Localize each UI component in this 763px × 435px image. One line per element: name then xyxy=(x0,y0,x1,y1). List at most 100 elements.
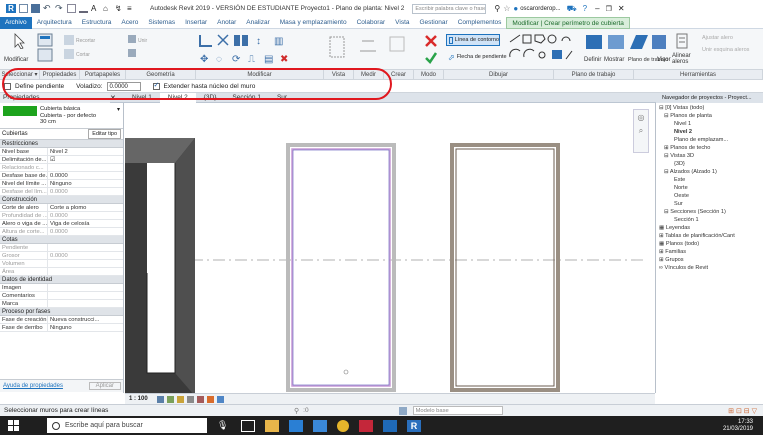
property-row[interactable]: Volumen xyxy=(0,260,123,268)
property-value[interactable] xyxy=(48,164,123,171)
set-label[interactable]: Definir xyxy=(584,57,601,63)
property-section-header[interactable]: Cotas xyxy=(0,236,123,244)
measure-icon[interactable] xyxy=(79,4,88,13)
ribbon-tab[interactable]: Insertar xyxy=(180,17,212,29)
browser-item[interactable]: Plano de emplazam... xyxy=(656,136,763,144)
boundary-line-button[interactable]: Línea de contorno xyxy=(446,34,500,46)
view-tab[interactable]: Sur xyxy=(269,93,295,103)
cart-icon[interactable]: ⛟ xyxy=(567,4,577,14)
ribbon-tab[interactable]: Modificar | Crear perímetro de cubierta xyxy=(506,16,630,29)
view-tools-icon[interactable] xyxy=(328,35,348,61)
thin-lines-icon[interactable]: ≡ xyxy=(127,4,136,13)
properties-help-link[interactable]: Ayuda de propiedades xyxy=(3,383,63,389)
property-row[interactable]: Desfase del lím... 0.0000 xyxy=(0,188,123,196)
browser-item[interactable]: Sur xyxy=(656,200,763,208)
minimize-icon[interactable]: – xyxy=(595,4,599,13)
file-explorer-icon[interactable] xyxy=(265,419,279,432)
mail-icon[interactable] xyxy=(313,419,327,432)
property-row[interactable]: Fase de creación Nueva construcci... xyxy=(0,316,123,324)
wall-outline[interactable] xyxy=(450,143,560,392)
modify-button[interactable] xyxy=(8,33,28,55)
text-icon[interactable]: A xyxy=(91,4,100,13)
revit-taskbar-icon[interactable]: R xyxy=(407,419,421,432)
shadows-icon[interactable] xyxy=(186,395,194,403)
property-row[interactable]: Profundidad de ... 0.0000 xyxy=(0,212,123,220)
property-value[interactable]: 0.0000 xyxy=(48,172,123,179)
open-icon[interactable] xyxy=(19,4,28,13)
windows-start-icon[interactable] xyxy=(8,420,19,431)
align-eaves-icon[interactable] xyxy=(676,33,690,51)
property-row[interactable]: Nivel del límite ... Ninguno xyxy=(0,180,123,188)
browser-item[interactable]: ⊞ Familias xyxy=(656,248,763,256)
browser-item[interactable]: {3D} xyxy=(656,160,763,168)
user-icon[interactable]: ● xyxy=(513,4,518,13)
properties-close-icon[interactable]: ✕ xyxy=(110,94,124,102)
visual-style-icon[interactable] xyxy=(166,395,174,403)
ribbon-tab[interactable]: Vista xyxy=(390,17,414,29)
help-icon[interactable]: ? xyxy=(583,4,587,13)
overhang-input[interactable]: 0.0000 xyxy=(106,81,141,91)
show-label[interactable]: Mostrar xyxy=(604,57,624,63)
ribbon-tab[interactable]: Masa y emplazamiento xyxy=(275,17,352,29)
browser-item[interactable]: Nivel 1 xyxy=(656,120,763,128)
slope-arrow-button[interactable]: ⬀ Flecha de pendiente xyxy=(446,51,507,63)
restore-icon[interactable]: ❐ xyxy=(606,5,612,13)
navigation-bar[interactable]: ◎ ⌕ xyxy=(633,109,649,153)
sun-path-icon[interactable] xyxy=(176,395,184,403)
ribbon-tab[interactable]: Anotar xyxy=(212,17,241,29)
browser-item[interactable]: ⊟ [0] Vistas (todo) xyxy=(656,104,763,112)
browser-item[interactable]: Este xyxy=(656,176,763,184)
property-row[interactable]: Comentarios xyxy=(0,292,123,300)
property-row[interactable]: Corte de alero Corte a plomo xyxy=(0,204,123,212)
browser-item[interactable]: ∞ Vínculos de Revit xyxy=(656,264,763,272)
section-icon[interactable]: ↯ xyxy=(115,4,124,13)
measure-tools-icon[interactable] xyxy=(358,35,380,61)
property-value[interactable]: 0.0000 xyxy=(48,188,123,195)
search-input[interactable]: Escribir palabra clave o frase xyxy=(412,3,487,14)
browser-item[interactable]: Sección 1 xyxy=(656,216,763,224)
browser-item[interactable]: ⊞ Grupos xyxy=(656,256,763,264)
browser-item[interactable]: ⊞ Tablas de planificación/Cant xyxy=(656,232,763,240)
property-value[interactable]: Nueva construcci... xyxy=(48,316,123,323)
geometry-tools-icon[interactable]: Unir xyxy=(128,33,183,65)
property-row[interactable]: Marca xyxy=(0,300,123,308)
cancel-edit-icon[interactable] xyxy=(424,34,438,48)
model-selector[interactable]: Modelo base xyxy=(412,406,503,415)
star-icon[interactable]: ☆ xyxy=(503,4,510,13)
property-value[interactable] xyxy=(48,292,123,299)
view-tab[interactable]: Nivel 2 xyxy=(159,92,196,103)
property-value[interactable] xyxy=(48,284,123,291)
browser-item[interactable]: Nivel 2 xyxy=(656,128,763,136)
finish-edit-icon[interactable] xyxy=(424,51,438,65)
filter-icon[interactable]: ⚲ xyxy=(294,407,299,415)
property-value[interactable] xyxy=(48,300,123,307)
hide-isolate-icon[interactable] xyxy=(206,395,214,403)
ribbon-tab[interactable]: Arquitectura xyxy=(32,17,77,29)
draw-tools-icon[interactable] xyxy=(508,33,576,65)
ribbon-tab[interactable]: Complementos xyxy=(453,17,507,29)
ribbon-tab[interactable]: Archivo xyxy=(0,16,32,29)
zoom-icon[interactable]: ⌕ xyxy=(639,126,643,136)
undo-icon[interactable]: ↶ xyxy=(43,4,52,13)
property-row[interactable]: Pendiente xyxy=(0,244,123,252)
task-view-icon[interactable] xyxy=(241,419,255,432)
browser-item[interactable]: ▦ Planos (todo) xyxy=(656,240,763,248)
property-value[interactable]: Ninguno xyxy=(48,180,123,187)
property-section-header[interactable]: Proceso por fases xyxy=(0,308,123,316)
property-value[interactable] xyxy=(48,260,123,267)
extend-to-core-checkbox[interactable] xyxy=(152,81,160,90)
3d-view-icon[interactable]: ⌂ xyxy=(103,4,112,13)
property-row[interactable]: Alero o viga de ... Viga de celosía xyxy=(0,220,123,228)
ribbon-tab[interactable]: Colaborar xyxy=(352,17,391,29)
type-dropdown-icon[interactable]: ▾ xyxy=(117,106,120,125)
binoculars-icon[interactable]: ⚲ xyxy=(494,4,500,13)
store-icon[interactable] xyxy=(289,419,303,432)
roof-sketch-selected[interactable] xyxy=(286,143,396,392)
redo-icon[interactable]: ↷ xyxy=(55,4,64,13)
property-section-header[interactable]: Restricciones xyxy=(0,140,123,148)
app-red-icon[interactable] xyxy=(359,419,373,432)
property-row[interactable]: Altura de corte... 0.0000 xyxy=(0,228,123,236)
browser-item[interactable]: ⊟ Vistas 3D xyxy=(656,152,763,160)
property-value[interactable]: Viga de celosía xyxy=(48,220,123,227)
user-name[interactable]: oscarorderop... xyxy=(520,6,560,12)
